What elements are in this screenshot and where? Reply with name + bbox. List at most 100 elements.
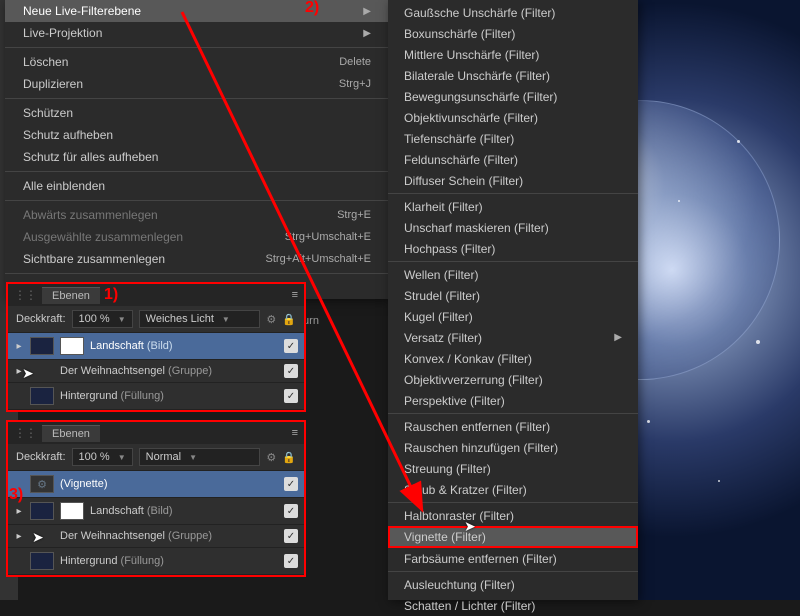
- cursor-icon: ➤: [32, 529, 44, 546]
- visibility-checkbox[interactable]: ✓: [284, 529, 298, 543]
- menu-item-label: Ausgewählte zusammenlegen: [23, 230, 183, 244]
- layer-name: (Vignette): [60, 478, 278, 490]
- opacity-dropdown[interactable]: 100 %▼: [72, 310, 133, 328]
- submenu-item[interactable]: Streuung (Filter): [388, 458, 638, 479]
- layer-type: (Gruppe): [168, 530, 212, 542]
- expand-icon[interactable]: ▸: [14, 506, 24, 517]
- submenu-arrow-icon: ▶: [614, 332, 622, 343]
- submenu-item[interactable]: Bilaterale Unschärfe (Filter): [388, 65, 638, 86]
- menu-separator: [388, 571, 638, 572]
- layer-thumbnail: [30, 337, 54, 355]
- menu-separator: [5, 171, 389, 172]
- submenu-item[interactable]: Schatten / Lichter (Filter): [388, 595, 638, 616]
- submenu-item[interactable]: Versatz (Filter) ▶: [388, 327, 638, 348]
- gear-icon[interactable]: ⚙: [266, 451, 276, 464]
- drag-handle-icon[interactable]: ⋮⋮: [14, 288, 36, 302]
- submenu-item[interactable]: Gaußsche Unschärfe (Filter): [388, 2, 638, 23]
- panel-controls: Deckkraft: 100 %▼ Weiches Licht▼ ⚙ 🔒: [8, 306, 304, 333]
- submenu-item[interactable]: Diffuser Schein (Filter): [388, 170, 638, 191]
- submenu-item[interactable]: Boxunschärfe (Filter): [388, 23, 638, 44]
- submenu-item[interactable]: Objektivunschärfe (Filter): [388, 107, 638, 128]
- layer-row[interactable]: ▸Der Weihnachtsengel (Gruppe)✓: [8, 360, 304, 383]
- layer-row[interactable]: Hintergrund (Füllung)✓: [8, 383, 304, 410]
- layer-type: (Füllung): [121, 555, 164, 567]
- submenu-item[interactable]: Farbsäume entfernen (Filter): [388, 548, 638, 569]
- layer-row[interactable]: Hintergrund (Füllung)✓: [8, 548, 304, 575]
- submenu-item[interactable]: Rauschen entfernen (Filter): [388, 416, 638, 437]
- lock-icon[interactable]: 🔒: [282, 451, 296, 464]
- submenu-item[interactable]: Mittlere Unschärfe (Filter): [388, 44, 638, 65]
- menu-item[interactable]: Sichtbare zusammenlegenStrg+Alt+Umschalt…: [5, 248, 389, 270]
- tab-layers[interactable]: Ebenen: [42, 425, 100, 442]
- submenu-item[interactable]: Bewegungsunschärfe (Filter): [388, 86, 638, 107]
- layer-name: Landschaft (Bild): [90, 340, 278, 352]
- menu-item[interactable]: Schutz aufheben: [5, 124, 389, 146]
- layer-row[interactable]: ⚙(Vignette) ✓: [8, 471, 304, 498]
- submenu-item-label: Konvex / Konkav (Filter): [404, 352, 532, 366]
- layer-type: (Gruppe): [168, 365, 212, 377]
- submenu-item-vignette[interactable]: Vignette (Filter): [388, 526, 638, 548]
- menu-separator: [5, 273, 389, 274]
- menu-separator: [5, 47, 389, 48]
- submenu-item[interactable]: Wellen (Filter): [388, 264, 638, 285]
- visibility-checkbox[interactable]: ✓: [284, 389, 298, 403]
- layer-row[interactable]: ▸Der Weihnachtsengel (Gruppe)✓: [8, 525, 304, 548]
- menu-item-label: Alle einblenden: [23, 179, 105, 193]
- submenu-item-label: Versatz (Filter): [404, 331, 482, 345]
- menu-item[interactable]: Alle einblenden: [5, 175, 389, 197]
- submenu-item[interactable]: Halbtonraster (Filter): [388, 505, 638, 526]
- blend-mode-dropdown[interactable]: Normal▼: [139, 448, 261, 466]
- layer-name: Der Weihnachtsengel (Gruppe): [60, 365, 278, 377]
- expand-icon[interactable]: ▸: [14, 531, 24, 542]
- submenu-item[interactable]: Feldunschärfe (Filter): [388, 149, 638, 170]
- submenu-item[interactable]: Klarheit (Filter): [388, 196, 638, 217]
- menu-item[interactable]: Schutz für alles aufheben: [5, 146, 389, 168]
- submenu-item[interactable]: Strudel (Filter): [388, 285, 638, 306]
- panel-menu-icon[interactable]: ≡: [292, 427, 298, 439]
- submenu-item[interactable]: Objektivverzerrung (Filter): [388, 369, 638, 390]
- visibility-checkbox[interactable]: ✓: [284, 477, 298, 491]
- submenu-item[interactable]: Staub & Kratzer (Filter): [388, 479, 638, 500]
- submenu-item-label: Wellen (Filter): [404, 268, 478, 282]
- submenu-item-label: Mittlere Unschärfe (Filter): [404, 48, 539, 62]
- submenu-item-label: Boxunschärfe (Filter): [404, 27, 515, 41]
- menu-item[interactable]: Live-Projektion▶: [5, 22, 389, 44]
- panel-tabs: ⋮⋮ Ebenen ≡: [8, 422, 304, 444]
- visibility-checkbox[interactable]: ✓: [284, 504, 298, 518]
- submenu-item[interactable]: Rauschen hinzufügen (Filter): [388, 437, 638, 458]
- visibility-checkbox[interactable]: ✓: [284, 364, 298, 378]
- gear-icon[interactable]: ⚙: [266, 313, 276, 326]
- lock-icon[interactable]: 🔒: [282, 313, 296, 326]
- opacity-dropdown[interactable]: 100 %▼: [72, 448, 133, 466]
- panel-controls: Deckkraft: 100 %▼ Normal▼ ⚙ 🔒: [8, 444, 304, 471]
- submenu-item-label: Objektivverzerrung (Filter): [404, 373, 543, 387]
- menu-item-label: Schützen: [23, 106, 73, 120]
- submenu-item[interactable]: Kugel (Filter): [388, 306, 638, 327]
- layer-thumbnail: [30, 387, 54, 405]
- drag-handle-icon[interactable]: ⋮⋮: [14, 426, 36, 440]
- layer-row[interactable]: ▸Landschaft (Bild)✓: [8, 498, 304, 525]
- menu-item[interactable]: LöschenDelete: [5, 51, 389, 73]
- menu-item[interactable]: DuplizierenStrg+J: [5, 73, 389, 95]
- visibility-checkbox[interactable]: ✓: [284, 554, 298, 568]
- blend-mode-dropdown[interactable]: Weiches Licht▼: [139, 310, 261, 328]
- menu-separator: [5, 98, 389, 99]
- tab-layers[interactable]: Ebenen: [42, 287, 100, 304]
- submenu-item[interactable]: Konvex / Konkav (Filter): [388, 348, 638, 369]
- submenu-item[interactable]: Tiefenschärfe (Filter): [388, 128, 638, 149]
- submenu-item[interactable]: Hochpass (Filter): [388, 238, 638, 259]
- layer-row[interactable]: ▸ Landschaft (Bild) ✓: [8, 333, 304, 360]
- menu-item[interactable]: Neue Live-Filterebene▶: [5, 0, 389, 22]
- panel-menu-icon[interactable]: ≡: [292, 289, 298, 301]
- visibility-checkbox[interactable]: ✓: [284, 339, 298, 353]
- submenu-item[interactable]: Perspektive (Filter): [388, 390, 638, 411]
- layers-panel-1: ⋮⋮ Ebenen 1) ≡ Deckkraft: 100 %▼ Weiches…: [6, 282, 306, 412]
- submenu-item[interactable]: Unscharf maskieren (Filter): [388, 217, 638, 238]
- annotation-2: 2): [305, 0, 319, 17]
- expand-icon[interactable]: ▸: [14, 341, 24, 352]
- submenu-item-label: Rauschen entfernen (Filter): [404, 420, 550, 434]
- menu-item[interactable]: Schützen: [5, 102, 389, 124]
- layer-thumbnail: [30, 502, 54, 520]
- context-menu: Neue Live-Filterebene▶Live-Projektion▶ Lö…: [5, 0, 389, 299]
- submenu-item[interactable]: Ausleuchtung (Filter): [388, 574, 638, 595]
